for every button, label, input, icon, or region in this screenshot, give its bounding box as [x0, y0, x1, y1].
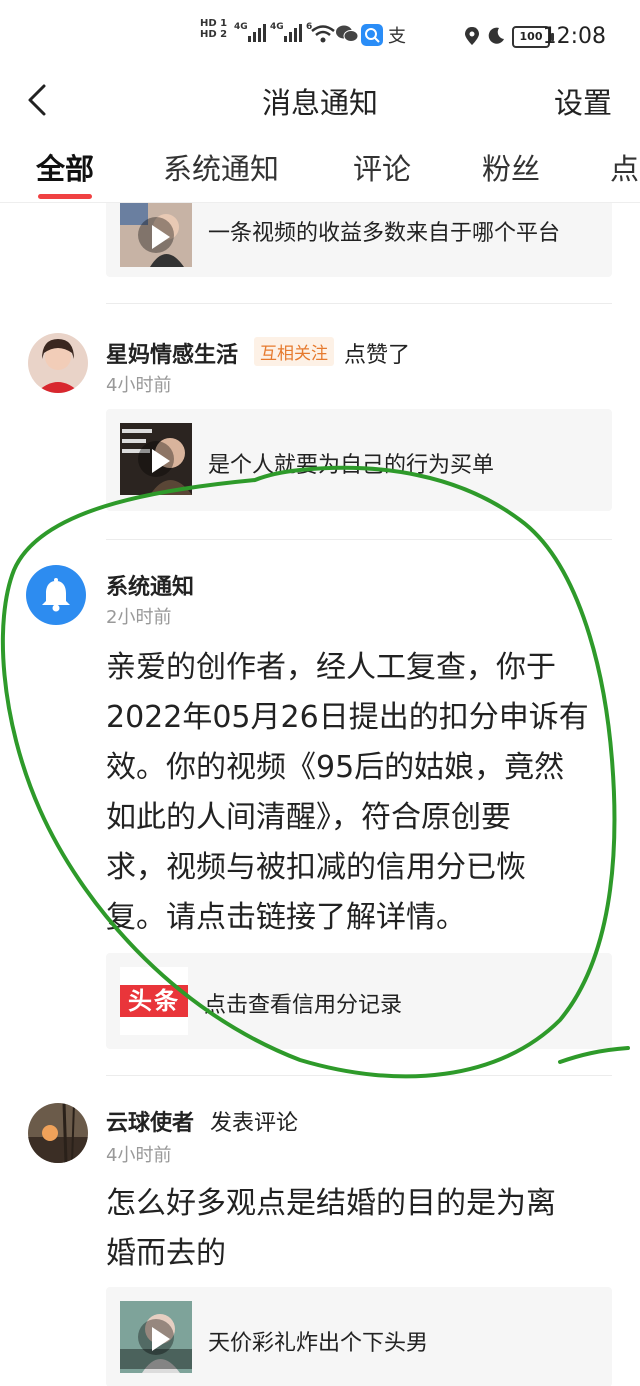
- play-triangle-icon: [152, 225, 170, 249]
- moon-icon: [486, 26, 506, 50]
- wechat-icon: [336, 24, 359, 48]
- body-line: 亲爱的创作者，经人工复查，你于: [106, 650, 556, 685]
- video-thumbnail: [120, 423, 192, 495]
- timestamp: 2小时前: [106, 607, 172, 628]
- video-thumbnail: [120, 1301, 192, 1373]
- divider: [106, 303, 612, 304]
- divider: [106, 539, 612, 540]
- body-line: 2022年05月26日提出的扣分申诉有: [106, 700, 589, 735]
- sim2-label: HD 2: [200, 29, 228, 40]
- link-text: 点击查看信用分记录: [204, 993, 403, 1018]
- video-title: 一条视频的收益多数来自于哪个平台: [208, 221, 561, 246]
- toutiao-logo: 头条: [120, 967, 188, 1035]
- video-card[interactable]: 是个人就要为自己的行为买单: [106, 409, 612, 511]
- tab-bar: 全部 系统通知 评论 粉丝 点: [0, 134, 640, 203]
- tab-system[interactable]: 系统通知: [163, 146, 279, 188]
- page-title: 消息通知: [261, 86, 378, 120]
- video-card[interactable]: 一条视频的收益多数来自于哪个平台: [106, 203, 612, 277]
- video-title: 天价彩礼炸出个下头男: [208, 1331, 429, 1356]
- bell-icon[interactable]: [26, 565, 86, 625]
- body-line: 怎么好多观点是结婚的目的是为离: [106, 1186, 556, 1221]
- action-text: 发表评论: [210, 1111, 299, 1136]
- nav-header: 消息通知 设置: [0, 72, 640, 128]
- tab-all[interactable]: 全部: [36, 146, 94, 188]
- system-sender-name[interactable]: 系统通知: [106, 569, 194, 601]
- play-triangle-icon: [152, 449, 170, 473]
- alipay-icon: 支: [388, 26, 406, 47]
- settings-button[interactable]: 设置: [554, 80, 612, 122]
- body-line: 婚而去的: [106, 1236, 226, 1271]
- timestamp: 4小时前: [106, 1145, 172, 1166]
- credit-record-link[interactable]: 头条 点击查看信用分记录: [106, 953, 612, 1049]
- active-tab-indicator: [38, 194, 92, 199]
- notification-list[interactable]: 一条视频的收益多数来自于哪个平台 星妈情感生活 互相关注 点赞了 4小时前 是个…: [0, 203, 640, 1386]
- tab-likes[interactable]: 点: [610, 146, 639, 188]
- location-icon: [464, 26, 480, 50]
- dual-sim-indicator: HD 1 HD 2: [200, 18, 227, 40]
- clock: 12:08: [542, 24, 606, 49]
- user-name[interactable]: 云球使者: [106, 1105, 194, 1137]
- video-title: 是个人就要为自己的行为买单: [208, 453, 495, 478]
- user-name[interactable]: 星妈情感生活: [106, 337, 238, 369]
- sim1-label: HD 1: [200, 18, 228, 29]
- body-line: 效。你的视频《95后的姑娘，竟然: [106, 750, 565, 785]
- tab-comments[interactable]: 评论: [353, 146, 411, 188]
- timestamp: 4小时前: [106, 375, 172, 396]
- avatar[interactable]: [28, 1103, 88, 1163]
- video-card[interactable]: 天价彩礼炸出个下头男: [106, 1287, 612, 1386]
- video-thumbnail: [120, 203, 192, 267]
- notification-body: 亲爱的创作者，经人工复查，你于 2022年05月26日提出的扣分申诉有 效。你的…: [106, 643, 616, 943]
- action-text: 点赞了: [344, 343, 411, 368]
- play-triangle-icon: [152, 1327, 170, 1351]
- divider: [106, 1075, 612, 1076]
- avatar[interactable]: [28, 333, 88, 393]
- body-line: 复。请点击链接了解详情。: [106, 900, 466, 935]
- status-bar: HD 1 HD 2 4G 4G 6 支 100 12:08: [0, 0, 640, 72]
- tab-fans[interactable]: 粉丝: [482, 146, 540, 188]
- toutiao-logo-text: 头条: [120, 985, 188, 1017]
- search-app-icon: [361, 24, 383, 46]
- mutual-follow-badge: 互相关注: [254, 337, 334, 366]
- comment-body: 怎么好多观点是结婚的目的是为离 婚而去的: [106, 1179, 616, 1279]
- body-line: 求，视频与被扣减的信用分已恢: [106, 850, 526, 885]
- body-line: 如此的人间清醒》，符合原创要: [106, 800, 511, 835]
